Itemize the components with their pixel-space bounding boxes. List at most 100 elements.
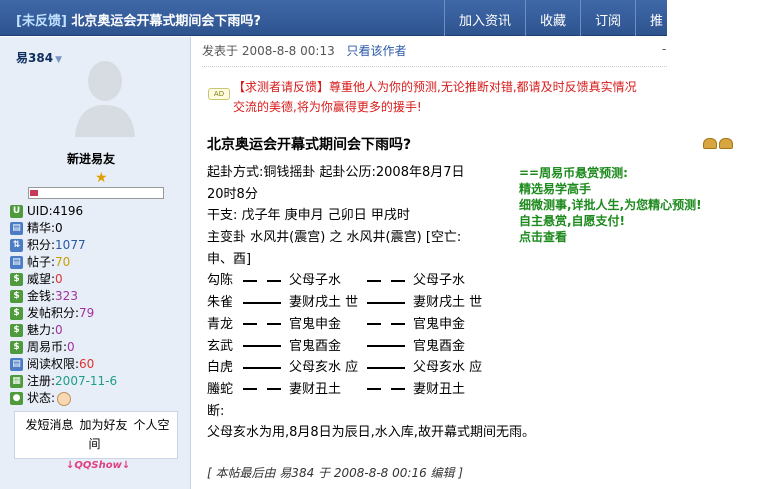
body-line: 申、酉] (207, 251, 252, 267)
thumbs-icon[interactable] (703, 138, 717, 149)
yao-text: 官鬼酉金 (413, 338, 466, 354)
notice-line-2[interactable]: 交流的美德,将为你赢得更多的援手! (233, 97, 667, 117)
yin-line (243, 379, 289, 401)
thread-title: [未反馈] 北京奥运会开幕式期间会下雨吗? (16, 10, 261, 29)
yao-text: 父母子水 (289, 273, 342, 289)
thumbs-icon[interactable] (719, 138, 733, 149)
stat-value: 2007-11-6 (55, 374, 118, 388)
add-friend-link[interactable]: 加为好友 (79, 418, 127, 432)
stat-label: 帖子: (27, 255, 56, 269)
divider (202, 66, 667, 67)
stat-label: 注册: (27, 374, 56, 388)
six-god-label: 玄武 (207, 338, 234, 354)
stat-posts: ▤ 帖子: 70 (10, 254, 117, 271)
promo-line[interactable]: 自主悬赏,自愿支付! (519, 213, 702, 229)
stat-label: 精华: (27, 221, 56, 235)
prestige-icon: $ (10, 273, 23, 286)
yang-line (367, 292, 413, 314)
post-points-icon: $ (10, 307, 23, 320)
body-line: 20时8分 (207, 186, 258, 202)
posts-icon: ▤ (10, 256, 23, 269)
stat-value: 323 (55, 289, 78, 303)
qqshow-text[interactable]: QQShow (74, 460, 121, 471)
stat-value: 70 (55, 255, 71, 269)
star-icon: ★ (95, 170, 108, 186)
hexagram-row: 玄武 官鬼酉金 官鬼酉金 (207, 336, 507, 358)
yin-line (367, 270, 413, 292)
ad-icon: AD (208, 88, 230, 100)
stat-value: 0 (55, 272, 63, 286)
conclusion: 父母亥水为用,8月8日为辰日,水入库,故开幕式期间无雨。 (207, 425, 535, 441)
post-body: 起卦方式:铜钱摇卦 起卦公历:2008年8月7日 20时8分 干支: 戊子年 庚… (207, 162, 535, 444)
thread-title-text: 北京奥运会开幕式期间会下雨吗? (71, 14, 261, 29)
posted-label: 发表于 (202, 44, 239, 58)
post-meta: 发表于 2008-8-8 00:13 只看该作者 (202, 42, 407, 59)
stat-status: ● 状态: (10, 390, 117, 407)
yin-line (367, 314, 413, 336)
six-god-label: 勾陈 (207, 273, 234, 289)
stat-register: ▦ 注册: 2007-11-6 (10, 373, 117, 390)
stat-value: 79 (79, 306, 95, 320)
nav-add-news[interactable]: 加入资讯 (443, 0, 525, 36)
read-permission-icon: ▤ (10, 358, 23, 371)
notice-line-1[interactable]: 【求测者请反馈】尊重他人为你的预测,无论推断对错,都请及时反馈真实情况 (233, 77, 667, 97)
user-rank: 新进易友 (67, 152, 116, 166)
stat-money: $ 金钱: 323 (10, 288, 117, 305)
stat-label: 金钱: (27, 289, 56, 303)
coin-icon: $ (10, 341, 23, 354)
level-progress-bar (28, 187, 164, 199)
chevron-down-icon[interactable]: ▼ (55, 55, 62, 65)
avatar[interactable] (73, 51, 137, 137)
stat-post-points: $ 发帖积分: 79 (10, 305, 117, 322)
stat-label: 魅力: (27, 323, 56, 337)
yang-line (243, 292, 289, 314)
yao-text: 官鬼申金 (289, 316, 342, 332)
promo-box[interactable]: ==周易币悬赏预测: 精选易学高手 细微测事,详批人生,为您精心预测! 自主悬赏… (519, 165, 702, 245)
six-god-label: 青龙 (207, 316, 234, 332)
yang-line (367, 336, 413, 358)
stat-label: 周易币: (27, 340, 68, 354)
yao-text: 妻财丑土 (289, 381, 342, 397)
nav-recommend[interactable]: 推 (634, 0, 667, 36)
stat-digest: ▤ 精华: 0 (10, 220, 117, 237)
qqshow-link[interactable]: ↓QQShow↓ (66, 460, 130, 471)
feedback-tag[interactable]: [未反馈] (16, 14, 67, 29)
yin-line (243, 270, 289, 292)
duan-label: 断: (207, 403, 225, 419)
promo-line[interactable]: 点击查看 (519, 229, 702, 245)
hexagram-row: 青龙 官鬼申金 官鬼申金 (207, 314, 507, 336)
body-line: 起卦方式:铜钱摇卦 起卦公历:2008年8月7日 (207, 165, 465, 180)
only-author-link[interactable]: 只看该作者 (347, 44, 407, 58)
promo-line[interactable]: 精选易学高手 (519, 181, 702, 197)
body-line: 干支: 戊子年 庚申月 己卯日 甲戌时 (207, 208, 410, 224)
stat-value: 0 (55, 221, 63, 235)
yang-line (243, 357, 289, 379)
stat-prestige: $ 威望: 0 (10, 271, 117, 288)
promo-line[interactable]: ==周易币悬赏预测: (519, 165, 702, 181)
six-god-label: 朱雀 (207, 295, 234, 311)
send-message-link[interactable]: 发短消息 (25, 418, 73, 432)
yao-text: 妻财戌土 世 (289, 295, 359, 311)
stat-coin: $ 周易币: 0 (10, 339, 117, 356)
body-line: 主变卦 水风井(震宫) 之 水风井(震宫) [空亡: (207, 230, 462, 246)
stat-label: UID: (27, 204, 53, 218)
username-text[interactable]: 易384 (16, 51, 53, 65)
stat-value: 4196 (52, 204, 84, 218)
feedback-notice[interactable]: 【求测者请反馈】尊重他人为你的预测,无论推断对错,都请及时反馈真实情况 交流的美… (233, 77, 667, 117)
yao-text: 妻财丑土 (413, 381, 466, 397)
posted-time: 2008-8-8 00:13 (241, 44, 335, 58)
register-icon: ▦ (10, 375, 23, 388)
rate-icons[interactable] (703, 138, 733, 149)
yao-text: 妻财戌土 世 (413, 295, 483, 311)
six-god-label: 白虎 (207, 360, 234, 376)
username[interactable]: 易384 ▼ (16, 49, 62, 66)
stat-value: 60 (79, 357, 95, 371)
stat-value: 0 (67, 340, 75, 354)
nav-subscribe[interactable]: 订阅 (579, 0, 635, 36)
stat-read-permission: ▤ 阅读权限: 60 (10, 356, 117, 373)
yang-line (367, 357, 413, 379)
header-nav: 加入资讯 收藏 订阅 推 (443, 0, 667, 36)
promo-line[interactable]: 细微测事,详批人生,为您精心预测! (519, 197, 702, 213)
stat-label: 发帖积分: (27, 306, 80, 320)
nav-favorite[interactable]: 收藏 (524, 0, 580, 36)
